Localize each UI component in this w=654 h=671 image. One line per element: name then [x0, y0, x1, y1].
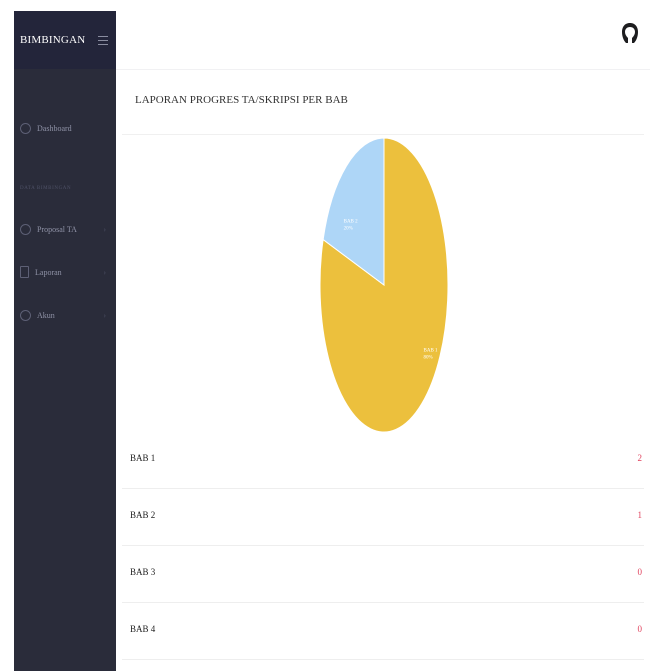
- user-icon: [20, 309, 31, 321]
- bab-label: BAB 4: [130, 624, 156, 634]
- chevron-right-icon: ›: [103, 310, 106, 320]
- bab-count: 1: [637, 510, 643, 520]
- document-icon: [20, 266, 29, 278]
- brand-title: BIMBINGAN: [20, 34, 86, 46]
- pie-label-percent: 80%: [424, 356, 433, 361]
- bab-label: BAB 1: [130, 453, 156, 463]
- top-navbar: [116, 11, 650, 70]
- sidebar-item-label: Laporan: [35, 267, 62, 277]
- table-row: BAB 3 0: [122, 546, 644, 603]
- sidebar-item-label: Dashboard: [37, 123, 72, 133]
- bab-count: 2: [637, 453, 643, 463]
- sidebar-item-dashboard[interactable]: Dashboard: [14, 118, 116, 138]
- pie-label-percent: 20%: [344, 227, 353, 232]
- table-row: BAB 2 1: [122, 489, 644, 546]
- hamburger-menu-icon[interactable]: [98, 35, 108, 45]
- sidebar-item-laporan[interactable]: Laporan ›: [14, 262, 116, 282]
- pie-chart: BAB 1 80% BAB 2 20%: [319, 137, 449, 433]
- proposal-icon: [20, 223, 31, 235]
- sidebar-header: BIMBINGAN: [14, 11, 116, 69]
- dashboard-icon: [20, 122, 31, 134]
- sidebar-item-label: Proposal TA: [37, 224, 77, 234]
- sidebar-item-akun[interactable]: Akun ›: [14, 305, 116, 325]
- sidebar-item-proposal-ta[interactable]: Proposal TA ›: [14, 219, 116, 239]
- sidebar-item-label: Akun: [37, 310, 55, 320]
- chevron-right-icon: ›: [103, 267, 106, 277]
- sidebar-section-label: DATA BIMBINGAN: [20, 186, 72, 191]
- table-row: BAB 4 0: [122, 603, 644, 660]
- bab-label: BAB 3: [130, 567, 156, 577]
- pie-label-category: BAB 2: [344, 220, 359, 225]
- bab-count: 0: [637, 624, 643, 634]
- sidebar: BIMBINGAN Dashboard DATA BIMBINGAN Propo…: [14, 11, 116, 671]
- bab-count: 0: [637, 567, 643, 577]
- pie-label-category: BAB 1: [424, 349, 439, 354]
- table-row: BAB 1 2: [122, 432, 644, 489]
- user-avatar-icon[interactable]: [620, 21, 640, 45]
- card-title: LAPORAN PROGRES TA/SKRIPSI PER BAB: [135, 94, 348, 106]
- chevron-right-icon: ›: [103, 224, 106, 234]
- bab-label: BAB 2: [130, 510, 156, 520]
